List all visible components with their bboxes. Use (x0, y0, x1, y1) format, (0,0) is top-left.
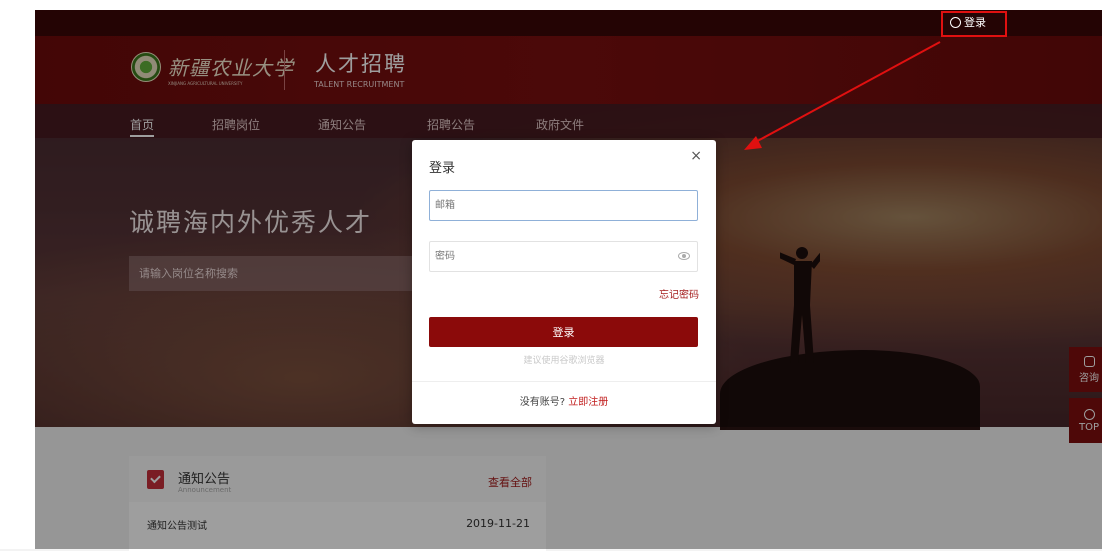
nav-item-gov-documents[interactable]: 政府文件 (536, 116, 584, 133)
frame-top (0, 0, 1102, 10)
logo-divider (284, 50, 285, 90)
consult-button[interactable]: 咨询 (1069, 347, 1102, 392)
job-search-box (129, 256, 429, 291)
chat-icon (1083, 355, 1095, 367)
frame-left (0, 0, 35, 549)
login-button[interactable]: 登录 (429, 317, 698, 347)
notice-list-item[interactable]: 通知公告测试 2019-11-21 (147, 517, 546, 532)
modal-title: 登录 (429, 161, 456, 176)
nav-item-home[interactable]: 首页 (130, 116, 154, 133)
eye-icon[interactable] (678, 252, 690, 260)
university-logo-icon[interactable] (131, 52, 161, 82)
job-search-input[interactable] (129, 256, 429, 291)
annotation-highlight-box (941, 11, 1007, 37)
university-logo-text[interactable]: 新疆农业大学 (168, 52, 294, 81)
brand-subtitle: TALENT RECRUITMENT (314, 80, 405, 89)
consult-label: 咨询 (1079, 372, 1099, 384)
notice-item-date: 2019-11-21 (466, 517, 530, 530)
top-label: TOP (1078, 421, 1099, 433)
password-input[interactable] (430, 242, 697, 271)
notice-item-title: 通知公告测试 (147, 521, 207, 532)
nav-item-positions[interactable]: 招聘岗位 (212, 116, 260, 133)
arrow-up-icon (1083, 408, 1095, 420)
modal-footer: 没有账号? 立即注册 (412, 381, 716, 424)
nav-item-recruit-announcements[interactable]: 招聘公告 (427, 116, 475, 133)
notice-subtitle: Announcement (178, 486, 232, 494)
browser-hint: 建议使用谷歌浏览器 (523, 356, 605, 366)
notice-title: 通知公告 (178, 472, 231, 487)
login-modal: 登录 × 忘记密码 登录 建议使用谷歌浏览器 没有账号? 立即注册 (412, 140, 716, 424)
clipboard-check-icon (147, 470, 164, 489)
no-account-text: 没有账号? (519, 397, 566, 408)
nav-active-indicator (130, 135, 154, 137)
back-to-top-button[interactable]: TOP (1069, 398, 1102, 443)
hero-title: 诚聘海内外优秀人才 (129, 208, 373, 237)
brand-title: 人才招聘 (315, 52, 407, 76)
email-field (429, 190, 698, 221)
nav-item-notices[interactable]: 通知公告 (318, 116, 366, 133)
email-input[interactable] (430, 191, 697, 220)
register-link[interactable]: 立即注册 (568, 397, 608, 408)
password-field (429, 241, 698, 272)
close-icon[interactable]: × (690, 148, 702, 164)
notice-card: 通知公告 Announcement 查看全部 通知公告测试 2019-11-21 (129, 456, 546, 551)
view-all-link[interactable]: 查看全部 (488, 474, 532, 490)
notice-header: 通知公告 Announcement 查看全部 (129, 456, 546, 502)
forgot-password-link[interactable]: 忘记密码 (659, 286, 699, 301)
university-logo-subtitle: XINJIANG AGRICULTURAL UNIVERSITY (168, 81, 243, 86)
